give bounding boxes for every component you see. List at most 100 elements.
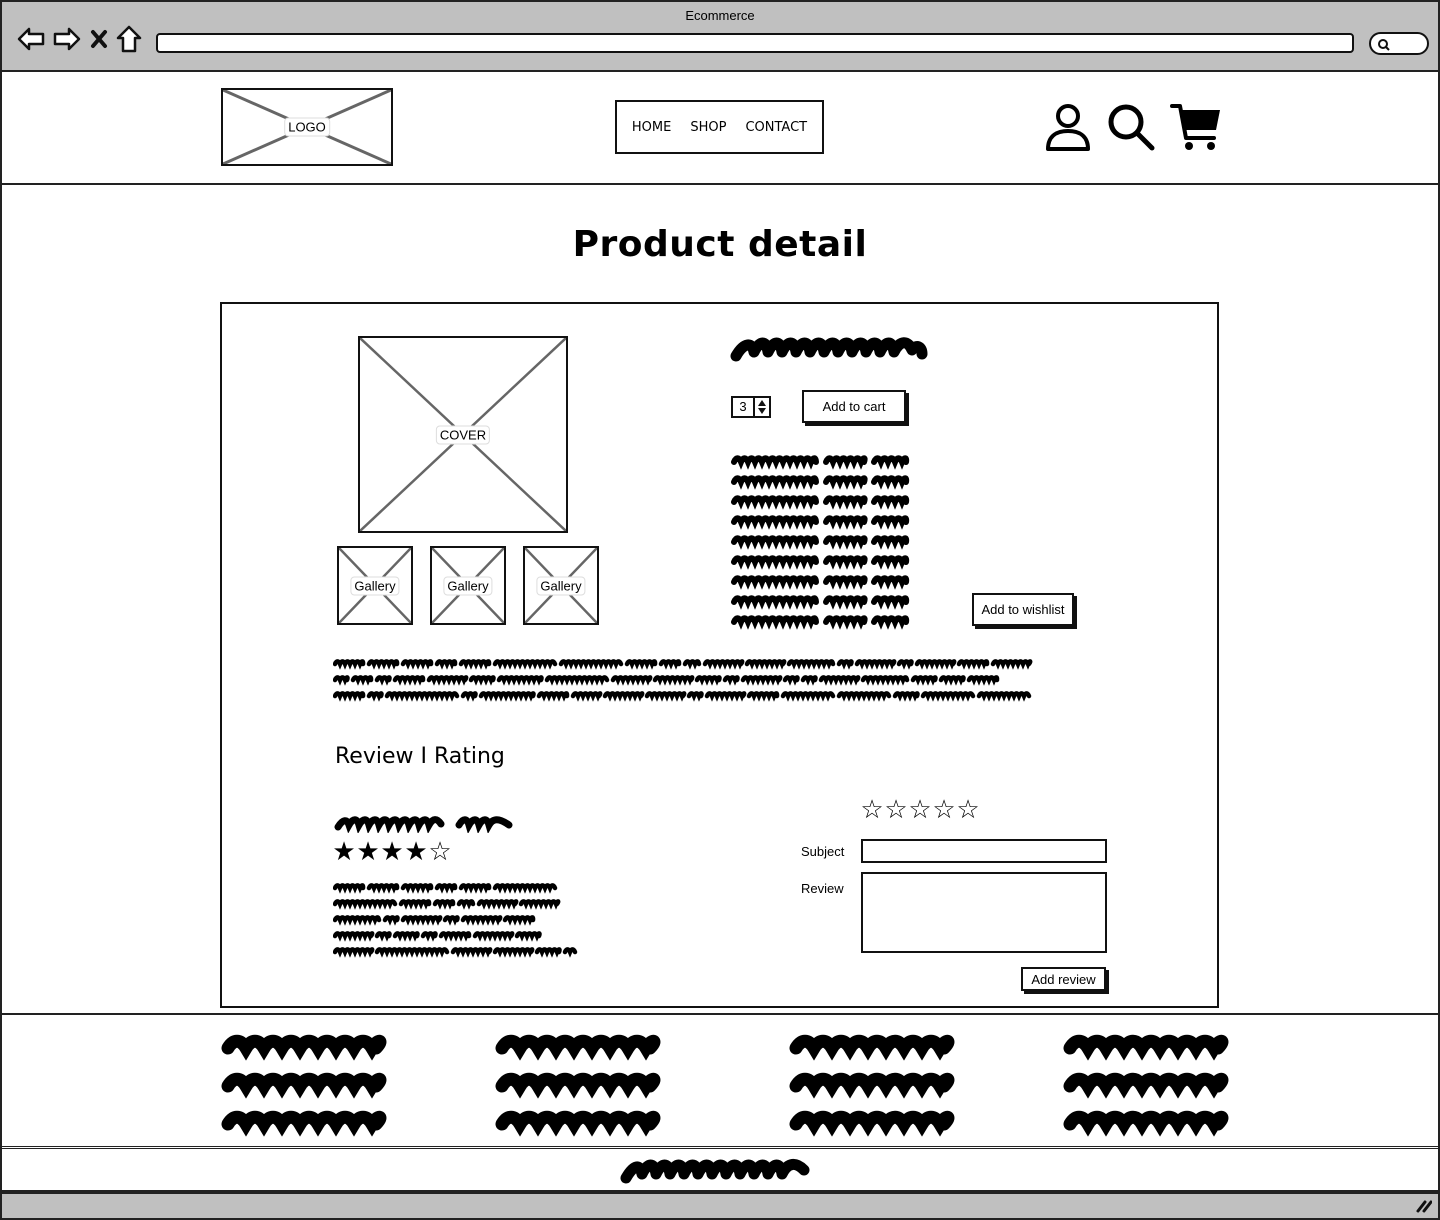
search-icon [1378, 39, 1390, 51]
text-scribble-line [920, 691, 976, 702]
text-scribble-line [836, 691, 892, 702]
cover-image[interactable]: COVER [358, 336, 568, 533]
text-scribble-line [800, 675, 818, 686]
text-scribble-line [333, 931, 375, 942]
text-scribble-line [966, 675, 1000, 686]
text-scribble-line [731, 455, 819, 470]
forward-arrow-icon[interactable] [52, 24, 82, 54]
text-scribble-line [476, 899, 519, 910]
text-scribble-line [871, 555, 910, 570]
logo[interactable]: LOGO [221, 88, 393, 166]
text-scribble-line [492, 883, 558, 894]
cover-label: COVER [435, 425, 491, 444]
add-to-wishlist-button[interactable]: Add to wishlist [972, 593, 1074, 626]
subject-input[interactable] [861, 839, 1107, 863]
quantity-stepper[interactable]: 3 [731, 396, 771, 418]
resize-grip-icon[interactable] [1416, 1199, 1432, 1213]
text-scribble-line [686, 691, 704, 702]
star-empty-icon[interactable]: ☆ [908, 797, 932, 823]
text-scribble-line [823, 475, 868, 490]
gallery-label: Gallery [443, 576, 493, 595]
text-scribble-line [746, 691, 780, 702]
spinner-arrows-icon [758, 400, 766, 414]
text-scribble-line [860, 675, 910, 686]
text-scribble-line [782, 675, 800, 686]
user-icon[interactable] [1044, 102, 1092, 156]
cart-icon[interactable] [1170, 102, 1222, 156]
back-arrow-icon[interactable] [16, 24, 46, 54]
text-scribble-line [392, 931, 420, 942]
browser-search-field[interactable] [1369, 32, 1429, 55]
text-scribble-line [823, 495, 868, 510]
address-bar[interactable] [156, 33, 1354, 53]
reviews-heading: Review I Rating [335, 744, 505, 769]
text-scribble-line [478, 691, 536, 702]
text-scribble-line [366, 691, 384, 702]
text-scribble-line [333, 899, 398, 910]
text-scribble-line [496, 675, 544, 686]
text-scribble-line [495, 1072, 661, 1099]
text-scribble-line [1063, 1072, 1229, 1099]
text-scribble-line [658, 659, 682, 670]
footer-bottom [0, 1151, 1440, 1192]
review-textarea[interactable] [861, 872, 1107, 953]
text-scribble-line [468, 675, 496, 686]
text-scribble-line [562, 947, 578, 958]
text-scribble-line [1063, 1110, 1229, 1137]
text-scribble-line [221, 1034, 387, 1061]
text-scribble-line [442, 915, 460, 926]
stop-icon[interactable] [88, 24, 110, 54]
text-scribble-line [871, 615, 910, 630]
gallery-thumbnail[interactable]: Gallery [523, 546, 599, 625]
text-scribble-line [731, 515, 819, 530]
text-scribble-line [544, 675, 610, 686]
reviewer-name-scribble [334, 816, 513, 833]
text-scribble-line [495, 1034, 661, 1061]
text-scribble-line [823, 615, 868, 630]
star-empty-icon[interactable]: ☆ [860, 797, 884, 823]
nav-link-home[interactable]: HOME [632, 120, 671, 135]
text-scribble-line [400, 915, 443, 926]
text-scribble-line [871, 515, 910, 530]
quantity-spinner[interactable] [755, 399, 769, 415]
text-scribble-line [221, 1072, 387, 1099]
text-scribble-line [731, 595, 819, 610]
text-scribble-line [731, 615, 819, 630]
home-icon[interactable] [116, 24, 142, 54]
rating-input[interactable]: ☆☆☆☆☆ [860, 797, 980, 823]
add-to-cart-button[interactable]: Add to cart [802, 390, 906, 423]
search-icon[interactable] [1106, 102, 1156, 156]
window-title: Ecommerce [685, 8, 755, 23]
text-scribble-line [472, 931, 515, 942]
quantity-value[interactable]: 3 [733, 398, 755, 416]
nav-link-shop[interactable]: SHOP [690, 120, 726, 135]
text-scribble-line [382, 915, 400, 926]
text-scribble-line [823, 555, 868, 570]
gallery-thumbnail[interactable]: Gallery [430, 546, 506, 625]
text-scribble-line [374, 675, 392, 686]
text-scribble-line [458, 883, 492, 894]
text-scribble-line [892, 691, 920, 702]
footer-links [0, 1013, 1440, 1149]
add-review-button[interactable]: Add review [1021, 967, 1106, 991]
text-scribble-line [823, 535, 868, 550]
text-scribble-line [374, 947, 450, 958]
review-body-scribble [333, 883, 578, 958]
text-scribble-line [602, 691, 645, 702]
star-empty-icon[interactable]: ☆ [956, 797, 980, 823]
text-scribble-line [786, 659, 836, 670]
text-scribble-line [871, 495, 910, 510]
text-scribble-line [384, 691, 460, 702]
star-filled-icon: ★ [404, 837, 428, 867]
text-scribble-line [789, 1034, 955, 1061]
star-empty-icon[interactable]: ☆ [884, 797, 908, 823]
text-scribble-line [495, 1110, 661, 1137]
gallery-thumbnail[interactable]: Gallery [337, 546, 413, 625]
text-scribble-line [458, 659, 492, 670]
nav-link-contact[interactable]: CONTACT [745, 120, 807, 135]
text-scribble-line [789, 1072, 955, 1099]
text-scribble-line [420, 931, 438, 942]
review-rating: ★★★★☆ [332, 839, 452, 865]
text-scribble-line [432, 899, 456, 910]
star-empty-icon[interactable]: ☆ [932, 797, 956, 823]
